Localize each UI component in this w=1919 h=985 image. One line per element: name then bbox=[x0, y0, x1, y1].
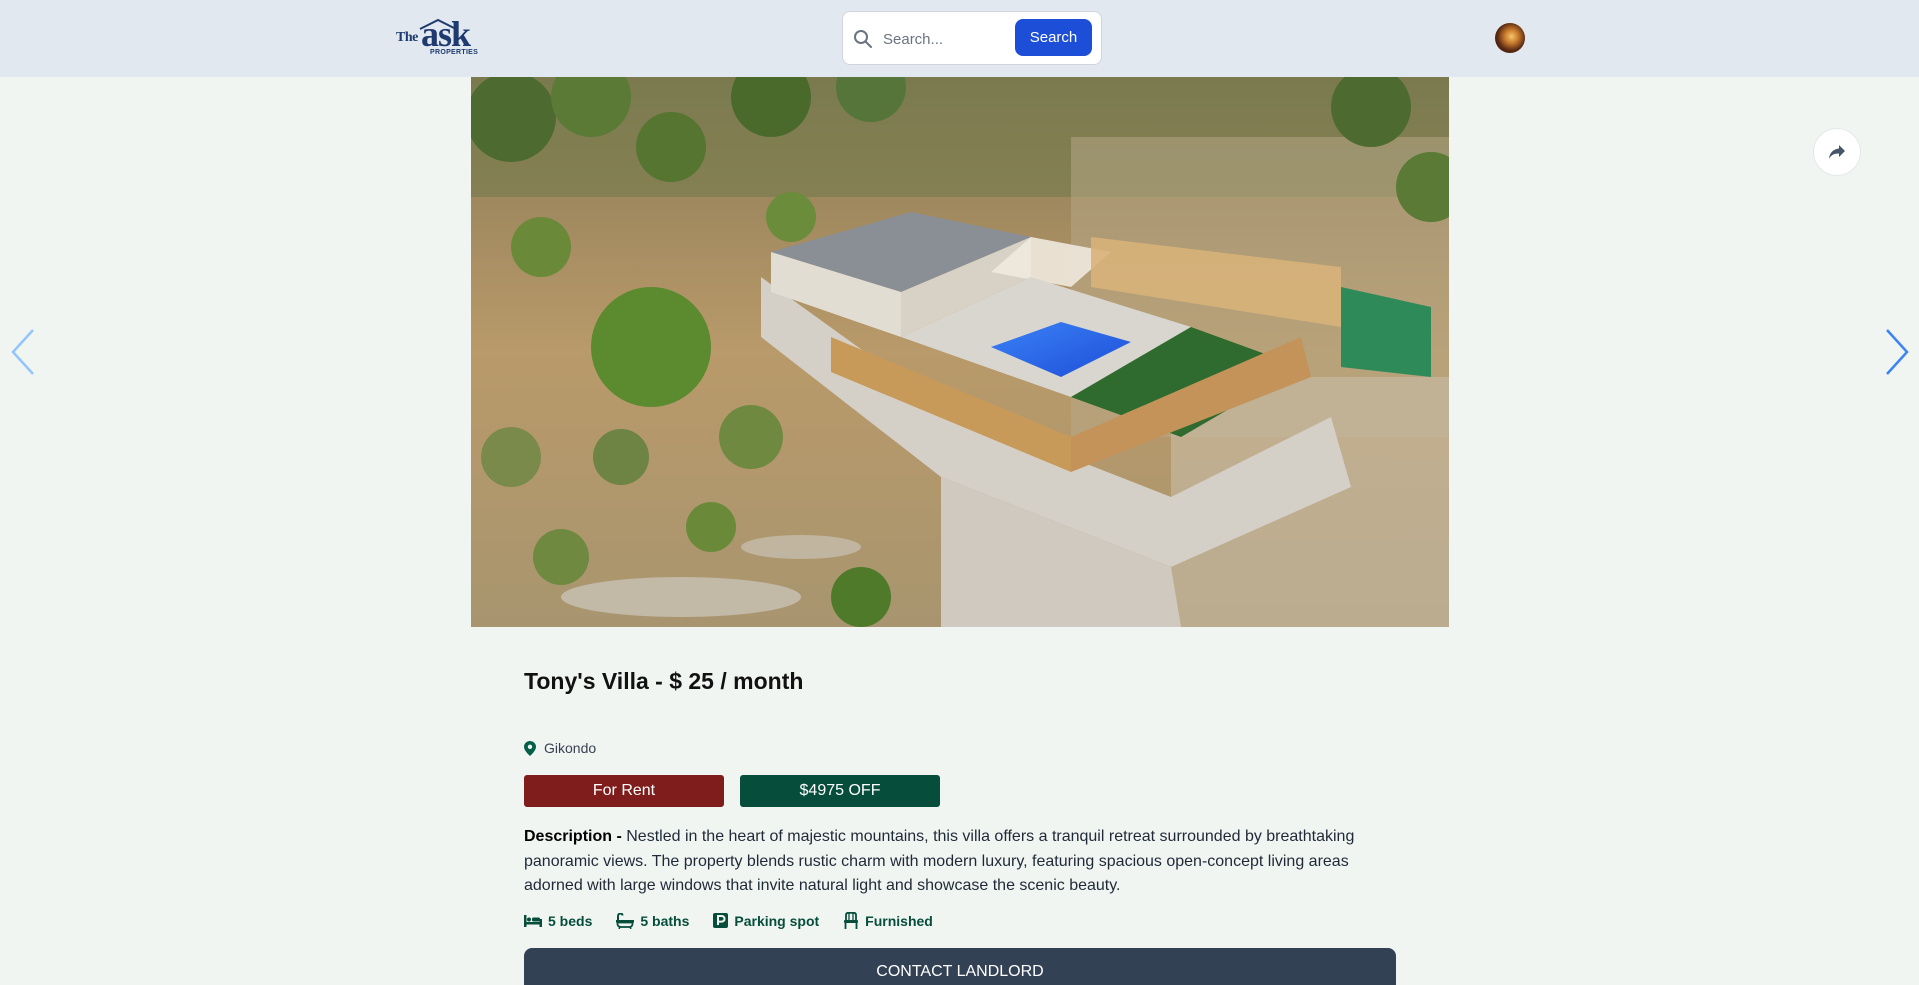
feature-furnished: Furnished bbox=[843, 912, 933, 929]
feature-baths-label: 5 baths bbox=[640, 912, 690, 929]
logo-ask-text: ask bbox=[421, 14, 471, 54]
listing-title: Tony's Villa - $ 25 / month bbox=[524, 668, 804, 694]
feature-beds-label: 5 beds bbox=[548, 912, 593, 929]
listing-location: Gikondo bbox=[524, 740, 596, 756]
share-button[interactable] bbox=[1813, 128, 1861, 176]
search-input[interactable] bbox=[883, 24, 1013, 54]
villa-aerial-image bbox=[471, 77, 1449, 627]
search-bar: Search bbox=[842, 11, 1102, 65]
location-label: Gikondo bbox=[544, 740, 597, 756]
carousel-next-button[interactable] bbox=[1881, 327, 1911, 377]
feature-parking: Parking spot bbox=[713, 912, 819, 929]
search-button[interactable]: Search bbox=[1015, 19, 1092, 56]
for-rent-badge: For Rent bbox=[524, 775, 724, 807]
feature-furnished-label: Furnished bbox=[865, 912, 933, 929]
description-text: Nestled in the heart of majestic mountai… bbox=[524, 828, 1355, 894]
feature-beds: 5 beds bbox=[524, 912, 592, 929]
bed-icon bbox=[524, 914, 542, 927]
feature-list: 5 beds 5 baths Parking spot Furnished bbox=[524, 912, 957, 929]
contact-landlord-button[interactable]: CONTACT LANDLORD bbox=[524, 948, 1396, 985]
logo-properties-text: PROPERTIES bbox=[430, 49, 479, 56]
search-icon bbox=[854, 30, 872, 48]
chair-icon bbox=[844, 912, 859, 929]
parking-icon bbox=[713, 913, 729, 928]
property-photo bbox=[471, 77, 1449, 627]
feature-baths: 5 baths bbox=[616, 912, 689, 929]
chevron-right-icon bbox=[1886, 329, 1909, 375]
feature-parking-label: Parking spot bbox=[734, 912, 820, 929]
description-label: Description - bbox=[524, 828, 622, 845]
user-avatar[interactable] bbox=[1495, 23, 1525, 53]
share-icon bbox=[1829, 145, 1845, 159]
image-carousel bbox=[0, 77, 1919, 627]
top-navbar: The ask PROPERTIES Search bbox=[0, 0, 1919, 77]
listing-description: Description - Nestled in the heart of ma… bbox=[524, 825, 1364, 899]
logo-the-text: The bbox=[396, 30, 418, 45]
carousel-prev-button[interactable] bbox=[9, 327, 39, 377]
site-logo[interactable]: The ask PROPERTIES bbox=[396, 14, 480, 58]
discount-badge: $4975 OFF bbox=[740, 775, 940, 807]
chevron-left-icon bbox=[11, 329, 34, 375]
map-pin-icon bbox=[524, 740, 536, 756]
bath-icon bbox=[616, 912, 635, 929]
